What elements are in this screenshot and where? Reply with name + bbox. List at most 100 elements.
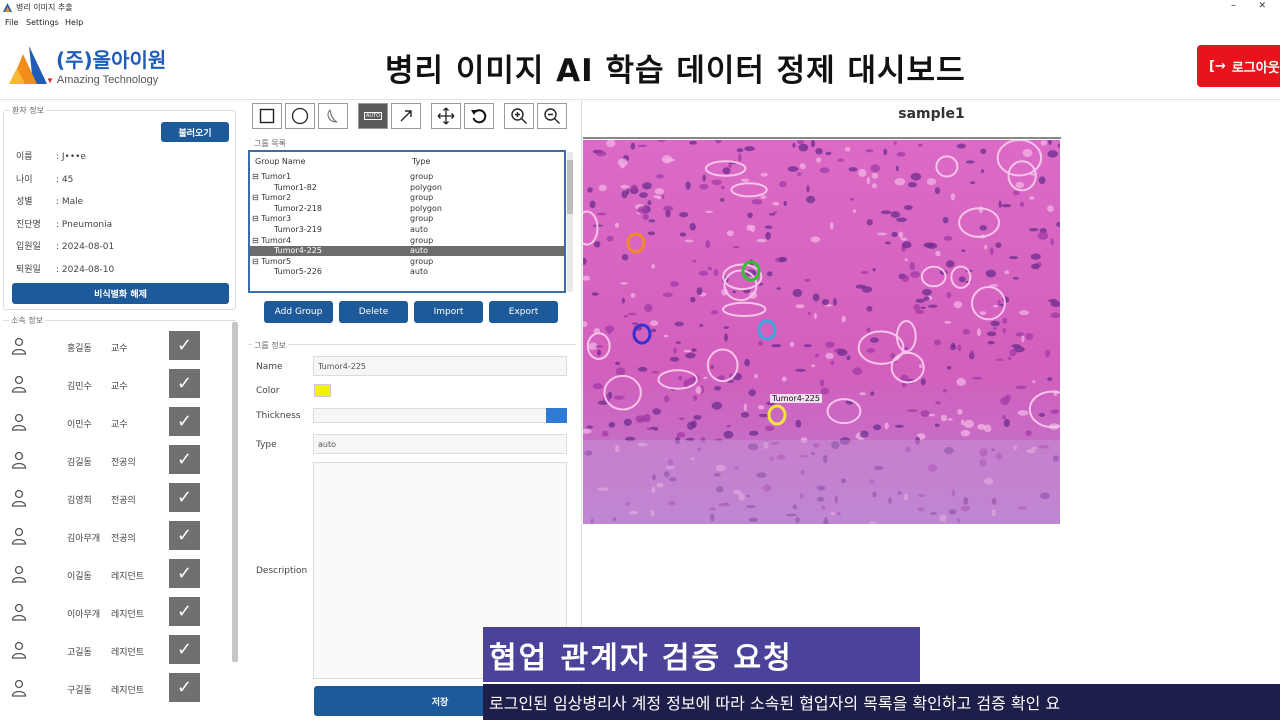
close-icon[interactable]: ✕ bbox=[1258, 1, 1266, 11]
verify-checkbox[interactable]: ✓ bbox=[169, 445, 200, 474]
member-role: 레지던트 bbox=[111, 648, 145, 658]
group-tree[interactable]: Group Name Type ⊟ Tumor1 group Tumor1-82 po… bbox=[248, 150, 566, 293]
minimize-icon[interactable]: – bbox=[1231, 0, 1236, 11]
scrollbar-thumb[interactable] bbox=[567, 160, 573, 214]
add-group-button[interactable]: Add Group bbox=[264, 301, 333, 323]
zoom-in-icon bbox=[511, 108, 527, 124]
person-icon bbox=[11, 565, 27, 583]
thickness-slider[interactable] bbox=[313, 408, 567, 423]
auto-tool-button[interactable]: AUTO bbox=[358, 103, 388, 129]
zoom-out-icon bbox=[544, 108, 560, 124]
verify-checkbox[interactable]: ✓ bbox=[169, 331, 200, 360]
list-item: 김영희 전공의 ✓ bbox=[3, 481, 228, 517]
group-name: Tumor1-82 bbox=[274, 182, 317, 192]
tree-child-row[interactable]: Tumor3-219 auto bbox=[250, 225, 564, 235]
affiliation-legend: 소속 정보 bbox=[9, 315, 45, 326]
tree-child-row[interactable]: Tumor2-218 polygon bbox=[250, 204, 564, 214]
group-info-legend: 그룹 정보 bbox=[252, 340, 288, 351]
member-name: 고길동 bbox=[67, 648, 92, 658]
export-button[interactable]: Export bbox=[489, 301, 558, 323]
group-type: polygon bbox=[410, 203, 442, 213]
member-name: 구길동 bbox=[67, 686, 92, 696]
undo-tool-button[interactable] bbox=[464, 103, 494, 129]
patient-row-sex: 성별: Male bbox=[16, 194, 83, 207]
group-name: Tumor3-219 bbox=[274, 225, 322, 234]
zoom-in-tool-button[interactable] bbox=[504, 103, 534, 129]
move-tool-button[interactable] bbox=[431, 103, 461, 129]
import-button[interactable]: Import bbox=[414, 301, 483, 323]
tree-group-row[interactable]: ⊟ Tumor5 group bbox=[250, 257, 564, 267]
move-icon bbox=[437, 107, 455, 125]
member-role: 전공의 bbox=[111, 458, 136, 468]
unmask-button[interactable]: 비식별화 해제 bbox=[12, 283, 229, 304]
group-name: ⊟ Tumor4 bbox=[252, 235, 292, 245]
freeform-tool-button[interactable] bbox=[318, 103, 348, 129]
tree-child-row[interactable]: Tumor1-82 polygon bbox=[250, 183, 564, 193]
viewer-title-underline bbox=[583, 137, 1061, 139]
group-name: Tumor5-226 bbox=[274, 267, 322, 277]
group-type: group bbox=[410, 235, 434, 245]
name-label: Name bbox=[256, 362, 283, 372]
pathology-image[interactable] bbox=[583, 140, 1060, 524]
group-name: ⊟ Tumor3 bbox=[252, 214, 292, 224]
group-type: auto bbox=[410, 267, 429, 277]
person-icon bbox=[11, 375, 27, 393]
patient-row-age: 나이: 45 bbox=[16, 172, 73, 185]
crescent-icon bbox=[327, 108, 338, 123]
affiliation-panel: 소속 정보 홍길동 교수 ✓ 김민수 교수 ✓ 이민수 교수 ✓ 김길동 전공의 ✓ 김영희 전공의 ✓ 김아… bbox=[3, 315, 236, 720]
verify-checkbox[interactable]: ✓ bbox=[169, 483, 200, 512]
field-label: 퇴원일 bbox=[16, 265, 41, 275]
tree-group-row[interactable]: ⊟ Tumor4 group bbox=[250, 236, 564, 246]
tree-child-row[interactable]: Tumor4-225 auto bbox=[250, 246, 564, 257]
verify-checkbox[interactable]: ✓ bbox=[169, 635, 200, 664]
logout-label: 로그아웃 bbox=[1231, 60, 1280, 76]
member-role: 교수 bbox=[111, 382, 128, 392]
window-titlebar: 병리 이미지 추출 – ✕ bbox=[0, 0, 1280, 16]
app-icon bbox=[3, 3, 12, 12]
rectangle-tool-button[interactable] bbox=[252, 103, 282, 129]
member-role: 교수 bbox=[111, 344, 128, 354]
field-value: : Pneumonia bbox=[56, 220, 113, 230]
member-name: 김민수 bbox=[67, 382, 92, 392]
menu-settings[interactable]: Settings bbox=[26, 18, 59, 27]
person-icon bbox=[11, 413, 27, 431]
name-field[interactable]: Tumor4-225 bbox=[313, 356, 567, 376]
affiliation-scrollbar[interactable] bbox=[232, 322, 238, 662]
verify-checkbox[interactable]: ✓ bbox=[169, 521, 200, 550]
color-label: Color bbox=[256, 386, 280, 396]
arrow-tool-button[interactable] bbox=[391, 103, 421, 129]
group-tree-scrollbar[interactable] bbox=[567, 152, 573, 292]
verify-checkbox[interactable]: ✓ bbox=[169, 407, 200, 436]
tree-child-row[interactable]: Tumor5-226 auto bbox=[250, 267, 564, 277]
list-item: 이아무개 레지던트 ✓ bbox=[3, 595, 228, 631]
tree-group-row[interactable]: ⊟ Tumor2 group bbox=[250, 193, 564, 203]
field-label: 나이 bbox=[16, 175, 33, 185]
member-name: 이아무개 bbox=[67, 610, 101, 620]
person-icon bbox=[11, 451, 27, 469]
verify-checkbox[interactable]: ✓ bbox=[169, 559, 200, 588]
zoom-out-tool-button[interactable] bbox=[537, 103, 567, 129]
group-type: group bbox=[410, 172, 434, 181]
tree-group-row[interactable]: ⊟ Tumor1 group bbox=[250, 172, 564, 182]
patient-row-discharge: 퇴원일: 2024-08-10 bbox=[16, 262, 114, 275]
verify-checkbox[interactable]: ✓ bbox=[169, 673, 200, 702]
person-icon bbox=[11, 527, 27, 545]
circle-icon bbox=[291, 107, 309, 125]
menu-file[interactable]: File bbox=[5, 18, 18, 27]
circle-tool-button[interactable] bbox=[285, 103, 315, 129]
verify-checkbox[interactable]: ✓ bbox=[169, 597, 200, 626]
thickness-slider-handle[interactable] bbox=[546, 408, 567, 423]
patient-info-legend: 환자 정보 bbox=[10, 105, 46, 116]
type-label: Type bbox=[256, 440, 277, 450]
list-item: 김길동 전공의 ✓ bbox=[3, 443, 228, 479]
group-name: ⊟ Tumor1 bbox=[252, 172, 292, 181]
menu-help[interactable]: Help bbox=[65, 18, 83, 27]
description-label: Description bbox=[256, 566, 308, 576]
type-field[interactable]: auto bbox=[313, 434, 567, 454]
verify-checkbox[interactable]: ✓ bbox=[169, 369, 200, 398]
logout-button[interactable]: [→ 로그아웃 bbox=[1197, 45, 1280, 87]
tree-group-row[interactable]: ⊟ Tumor3 group bbox=[250, 214, 564, 224]
delete-button[interactable]: Delete bbox=[339, 301, 408, 323]
color-swatch[interactable] bbox=[314, 384, 331, 397]
load-button[interactable]: 불러오기 bbox=[161, 122, 229, 142]
